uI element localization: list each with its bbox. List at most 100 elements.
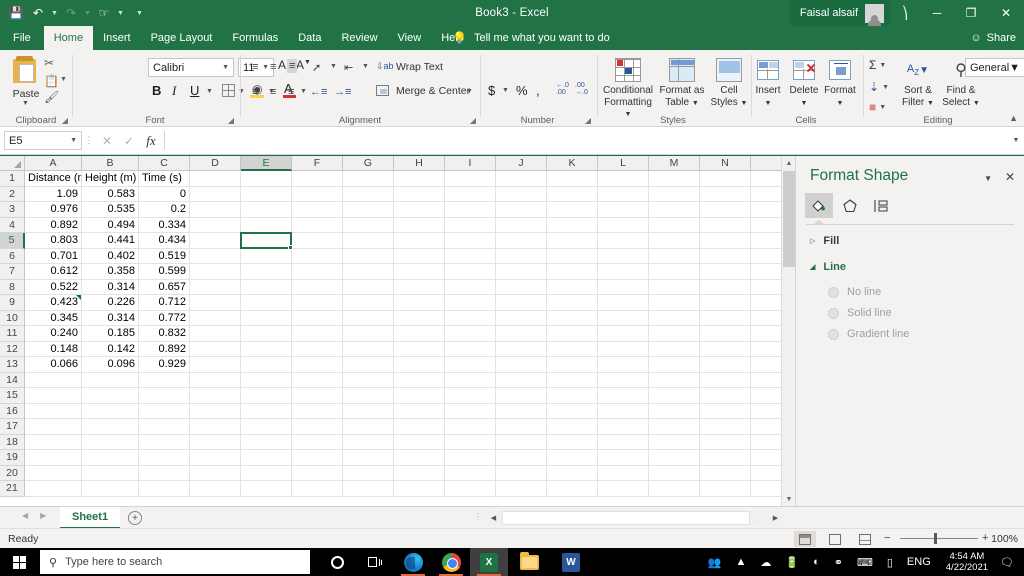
cell-B20[interactable] [82,466,139,482]
delete-cells-caret-icon[interactable]: ▼ [801,100,808,107]
cell-L14[interactable] [598,373,649,389]
cell-K12[interactable] [547,342,598,358]
cell-E20[interactable] [241,466,292,482]
cell-D9[interactable] [190,295,241,311]
collapse-ribbon-icon[interactable]: ▲ [1009,113,1018,123]
table-row[interactable]: 0.2400.1850.832 [25,326,791,342]
cell-E6[interactable] [241,249,292,265]
format-as-table-caret-icon[interactable]: ▼ [692,100,699,107]
paste-dropdown-icon[interactable]: ▼ [22,100,29,107]
cell-E15[interactable] [241,388,292,404]
row-header-13[interactable]: 13 [0,357,25,373]
cell-L3[interactable] [598,202,649,218]
sort-filter-caret-icon[interactable]: ▼ [927,100,934,107]
cell-J1[interactable] [496,171,547,187]
column-header-m[interactable]: M [649,156,700,171]
cell-C13[interactable]: 0.929 [139,357,190,373]
autosum-button[interactable]: Σ ▼ [869,58,886,72]
cell-H18[interactable] [394,435,445,451]
solid-line-radio[interactable] [828,308,839,319]
cancel-formula-icon[interactable]: ✕ [96,134,118,148]
cell-D21[interactable] [190,481,241,497]
cell-B16[interactable] [82,404,139,420]
increase-decimal-icon[interactable]: ←.0.00 [556,82,569,96]
cell-N16[interactable] [700,404,751,420]
cell-J3[interactable] [496,202,547,218]
cell-C20[interactable] [139,466,190,482]
cell-J14[interactable] [496,373,547,389]
cell-I17[interactable] [445,419,496,435]
align-top-icon[interactable]: ≡ [252,61,258,73]
cell-C17[interactable] [139,419,190,435]
font-dialog-launcher[interactable]: ◢ [228,116,234,125]
cell-K16[interactable] [547,404,598,420]
copy-dropdown-icon[interactable]: ▼ [60,76,67,83]
row-header-20[interactable]: 20 [0,466,25,482]
cell-C19[interactable] [139,450,190,466]
cell-F9[interactable] [292,295,343,311]
text-direction-dropdown-icon[interactable]: ▼ [362,63,369,70]
cell-F21[interactable] [292,481,343,497]
cell-A16[interactable] [25,404,82,420]
cell-H11[interactable] [394,326,445,342]
cell-L9[interactable] [598,295,649,311]
cell-A1[interactable]: Distance (m) [25,171,82,187]
cell-N13[interactable] [700,357,751,373]
cell-F4[interactable] [292,218,343,234]
cell-C7[interactable]: 0.599 [139,264,190,280]
cell-N11[interactable] [700,326,751,342]
cell-G19[interactable] [343,450,394,466]
cell-I5[interactable] [445,233,496,249]
cell-N2[interactable] [700,187,751,203]
cell-E18[interactable] [241,435,292,451]
cell-B10[interactable]: 0.314 [82,311,139,327]
cell-H15[interactable] [394,388,445,404]
cell-L13[interactable] [598,357,649,373]
cell-F12[interactable] [292,342,343,358]
cell-B1[interactable]: Height (m) [82,171,139,187]
cell-B12[interactable]: 0.142 [82,342,139,358]
cell-J12[interactable] [496,342,547,358]
cell-L21[interactable] [598,481,649,497]
previous-sheet-icon[interactable]: ◀ [22,511,28,520]
tab-view[interactable]: View [388,26,432,50]
zoom-slider-track[interactable] [900,538,978,539]
find-select-caret-icon[interactable]: ▼ [973,100,980,107]
cell-G16[interactable] [343,404,394,420]
cell-M5[interactable] [649,233,700,249]
cell-L2[interactable] [598,187,649,203]
cell-L19[interactable] [598,450,649,466]
cell-G2[interactable] [343,187,394,203]
cell-H19[interactable] [394,450,445,466]
page-layout-view-button[interactable] [824,531,846,547]
cell-F20[interactable] [292,466,343,482]
column-header-d[interactable]: D [190,156,241,171]
cell-H14[interactable] [394,373,445,389]
cell-M10[interactable] [649,311,700,327]
pane-close-icon[interactable]: ✕ [1005,170,1015,184]
cell-H5[interactable] [394,233,445,249]
keyboard-icon[interactable]: ⌨ [850,548,880,576]
sheet-navigation[interactable]: ◀ ▶ [22,511,46,520]
cell-M20[interactable] [649,466,700,482]
cell-K1[interactable] [547,171,598,187]
cell-I11[interactable] [445,326,496,342]
start-button[interactable] [0,548,38,576]
cell-F16[interactable] [292,404,343,420]
cell-I12[interactable] [445,342,496,358]
cell-I2[interactable] [445,187,496,203]
row-header-17[interactable]: 17 [0,419,25,435]
cell-J11[interactable] [496,326,547,342]
align-middle-icon[interactable]: ≡ [270,61,276,73]
cell-D8[interactable] [190,280,241,296]
cell-B18[interactable] [82,435,139,451]
minimize-button[interactable]: ─ [920,0,954,26]
zoom-out-button[interactable]: − [884,532,890,544]
cell-C4[interactable]: 0.334 [139,218,190,234]
column-header-k[interactable]: K [547,156,598,171]
fill-button[interactable]: ⇣ ▼ [869,80,889,94]
row-header-12[interactable]: 12 [0,342,25,358]
cell-A11[interactable]: 0.240 [25,326,82,342]
cell-J10[interactable] [496,311,547,327]
table-row[interactable] [25,419,791,435]
